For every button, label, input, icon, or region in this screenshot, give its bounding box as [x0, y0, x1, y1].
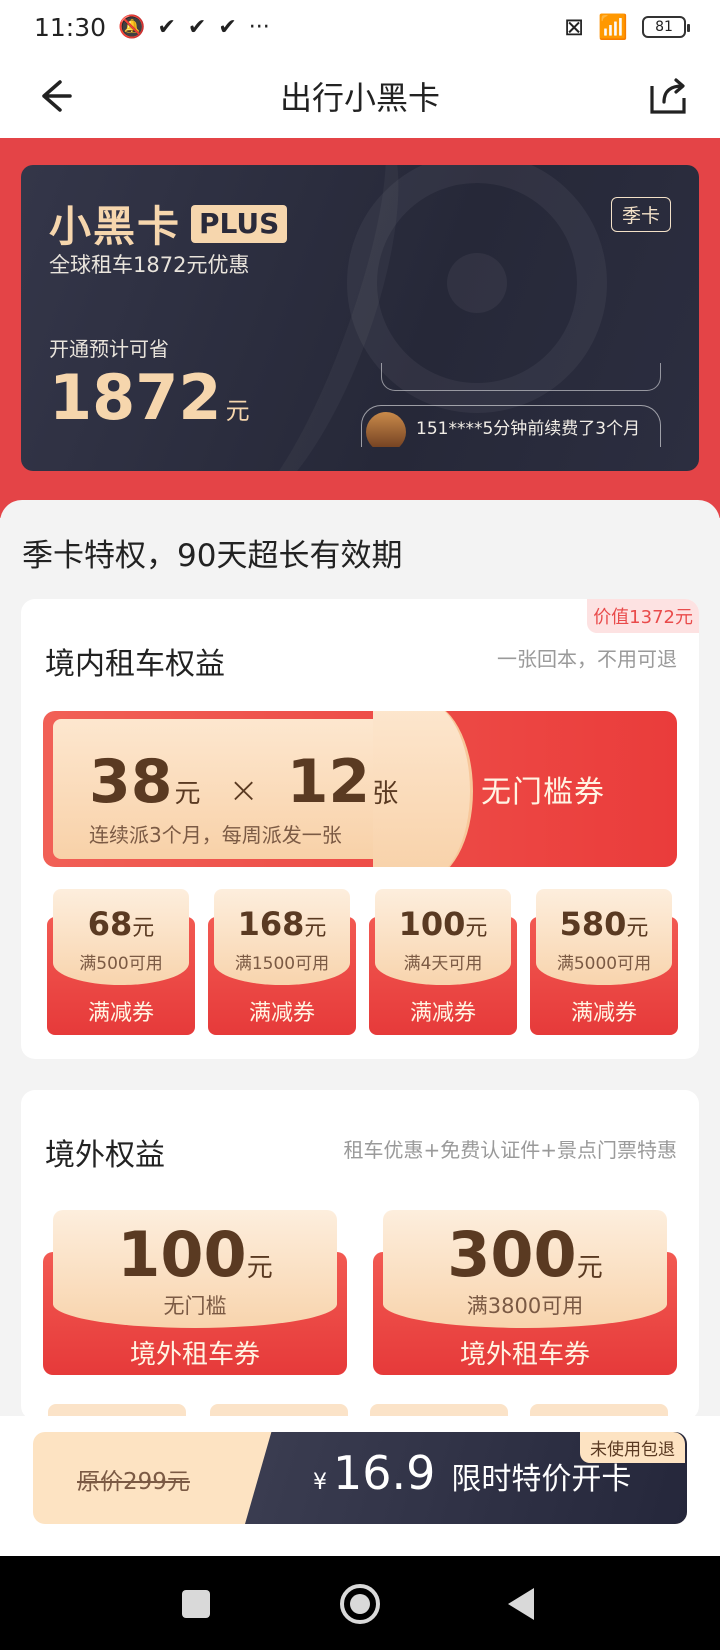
discount-coupon[interactable]: 100元 满4天可用 满减券 [369, 889, 517, 1035]
coupon-label: 境外租车券 [129, 1340, 260, 1370]
wifi-icon: 📶 [598, 13, 628, 41]
avatar [366, 411, 406, 447]
amount-unit: 元 [465, 916, 488, 941]
coupon-condition: 满4天可用 [403, 954, 483, 974]
coupon-unit: 元 [174, 779, 201, 809]
original-price: 原价299元 [77, 1469, 190, 1495]
check-icon: ✔ [157, 14, 176, 40]
season-tag: 季卡 [610, 197, 671, 232]
coupon-condition: 满500可用 [79, 954, 163, 974]
coupon-label: 境外租车券 [459, 1340, 590, 1370]
value-tag: 价值1372元 [587, 599, 699, 633]
amount-value: 168 [237, 905, 305, 943]
check-icon: ✔ [218, 14, 237, 40]
coupon-label: 满减券 [570, 1001, 637, 1026]
domestic-benefits-card: 价值1372元 境内租车权益 一张回本，不用可退 38 元 × 12 张 连续派… [21, 599, 699, 1059]
coupon-amount: 100元 [369, 905, 517, 943]
amount-unit: 元 [304, 916, 327, 941]
coupon-label: 无门槛券 [481, 775, 605, 810]
coupon-label: 满减券 [248, 1001, 315, 1026]
check-icon: ✔ [187, 14, 207, 40]
no-sim-icon: ⊠ [564, 13, 585, 41]
amount-value: 68 [87, 905, 133, 943]
discount-coupon[interactable]: 68元 满500可用 满减券 [47, 889, 195, 1035]
amount-value: 580 [559, 905, 627, 943]
price-value: 16.9 [333, 1446, 436, 1500]
discount-coupon[interactable]: 168元 满1500可用 满减券 [208, 889, 356, 1035]
coupon-amount: 168元 [208, 905, 356, 943]
overseas-coupon[interactable]: 300元 满3800可用 境外租车券 [373, 1210, 677, 1375]
card-brand: 小黑卡 PLUS [49, 193, 288, 254]
discount-coupon[interactable]: 580元 满5000可用 满减券 [530, 889, 678, 1035]
amount-unit: 元 [132, 916, 155, 941]
saving-unit: 元 [225, 397, 250, 425]
overseas-note: 租车优惠+免费认证件+景点门票特惠 [343, 1138, 677, 1162]
plus-badge: PLUS [191, 204, 288, 243]
coupon-amount-line: 38 元 × 12 张 [89, 747, 398, 817]
saving-label: 开通预计可省 [49, 337, 169, 361]
coupon-amount: 300元 [373, 1218, 677, 1291]
coupon-amount: 580元 [530, 905, 678, 943]
back-icon[interactable] [508, 1588, 534, 1620]
domestic-note: 一张回本，不用可退 [497, 647, 677, 671]
coupon-amount: 100元 [43, 1218, 347, 1291]
amount-unit: 元 [626, 916, 649, 941]
overseas-benefits-card: 境外权益 租车优惠+免费认证件+景点门票特惠 100元 无门槛 境外租车券 30… [21, 1090, 699, 1420]
overseas-title: 境外权益 [45, 1138, 165, 1173]
coupon-amount: 38 [89, 747, 173, 817]
coupon-amount: 68元 [47, 905, 195, 943]
coupon-condition: 无门槛 [163, 1294, 227, 1318]
coupon-count-unit: 张 [372, 779, 399, 809]
battery-icon: 81 [642, 16, 690, 38]
amount-value: 100 [398, 905, 466, 943]
coupon-label: 满减券 [87, 1001, 154, 1026]
currency-symbol: ¥ [313, 1470, 327, 1495]
black-card: 小黑卡 PLUS 季卡 全球租车1872元优惠 开通预计可省 1872 元 15… [21, 165, 699, 471]
share-icon[interactable] [646, 72, 690, 116]
saving-value: 1872 [49, 361, 222, 434]
renewal-ticker: 151****5分钟前续费了3个月 [361, 405, 661, 447]
saving-amount: 1872 元 [49, 361, 250, 434]
discount-coupon-list: 68元 满500可用 满减券 168元 满1500可用 满减券 100元 满4天… [43, 889, 683, 1039]
amount-unit: 元 [246, 1253, 273, 1283]
card-subtitle: 全球租车1872元优惠 [49, 253, 250, 277]
refund-badge: 未使用包退 [580, 1432, 685, 1463]
coupon-desc: 连续派3个月，每周派发一张 [89, 823, 342, 847]
times-icon: × [228, 770, 259, 811]
overseas-coupon[interactable]: 100元 无门槛 境外租车券 [43, 1210, 347, 1375]
back-arrow-icon[interactable] [30, 72, 78, 120]
no-threshold-coupon[interactable]: 38 元 × 12 张 连续派3个月，每周派发一张 无门槛券 [43, 711, 677, 867]
status-time: 11:30 [34, 12, 107, 42]
amount-value: 300 [447, 1218, 577, 1291]
recent-apps-icon[interactable] [182, 1590, 210, 1618]
coupon-count: 12 [286, 747, 371, 817]
coupon-condition: 满5000可用 [556, 954, 652, 974]
mute-icon: 🔕 [118, 14, 146, 40]
ticker-previous [381, 363, 661, 391]
more-notifications-icon: ··· [248, 14, 270, 40]
page-title: 出行小黑卡 [279, 79, 440, 117]
system-nav-bar [0, 1556, 720, 1650]
ticker-text: 151****5分钟前续费了3个月 [416, 419, 641, 439]
home-icon[interactable] [340, 1584, 380, 1624]
amount-value: 100 [117, 1218, 247, 1291]
coupon-label: 满减券 [409, 1001, 476, 1026]
section-title: 季卡特权，90天超长有效期 [22, 538, 403, 574]
status-bar: 11:30 🔕 ✔ ✔ ✔ ··· ⊠ 📶 81 [0, 0, 720, 54]
amount-unit: 元 [576, 1253, 603, 1283]
domestic-title: 境内租车权益 [45, 647, 225, 682]
coupon-condition: 满1500可用 [234, 954, 330, 974]
coupon-condition: 满3800可用 [466, 1294, 584, 1318]
nav-bar: 出行小黑卡 [0, 54, 720, 138]
card-name: 小黑卡 [49, 202, 182, 251]
